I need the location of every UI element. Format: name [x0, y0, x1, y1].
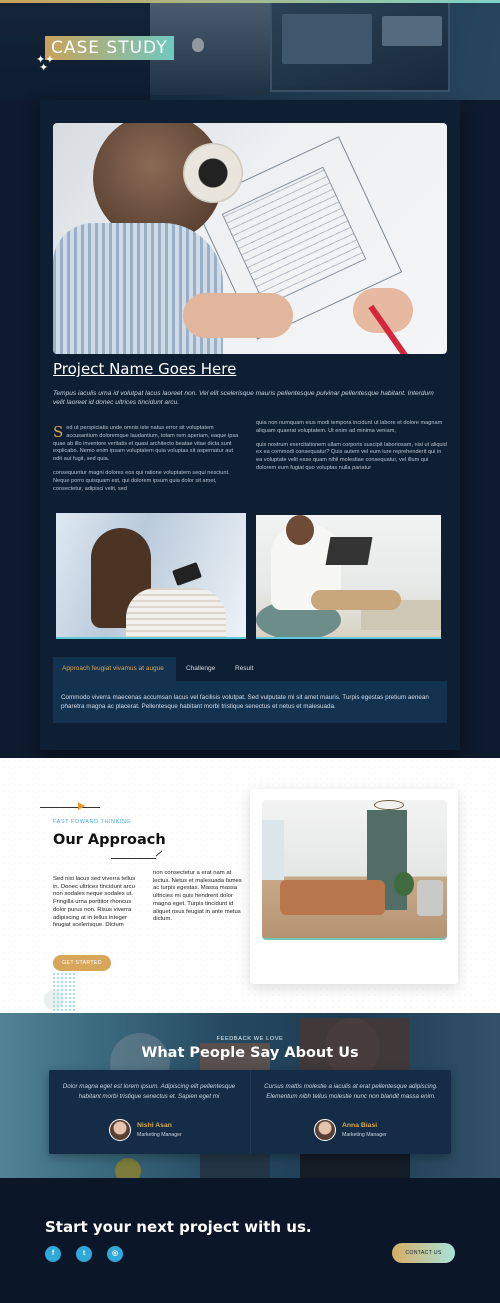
project-left-paragraph-1: ed ut perspiciatis unde omnis iste natus…: [53, 425, 239, 463]
decorative-dots: [52, 972, 76, 1012]
deco-triangle: [78, 802, 85, 810]
avatar: [109, 1119, 131, 1141]
testimonials-title: What People Say About Us: [141, 1045, 359, 1061]
footer-cta: [0, 1178, 500, 1303]
chair: [417, 880, 443, 916]
testimonial-quote: Cursus mattis molestie a iaculis at erat…: [264, 1083, 438, 1100]
approach-title: Our Approach: [53, 832, 166, 848]
project-text-right: quia non numquam eius modi tempora incid…: [256, 420, 447, 479]
magnifier-lens: [183, 143, 243, 203]
lamp: [374, 800, 404, 810]
deco-line: [40, 807, 100, 808]
project-text-left: Sed ut perspiciatis unde omnis iste natu…: [53, 425, 243, 499]
sofa: [280, 880, 385, 915]
laptop: [325, 537, 373, 565]
sparkle-icon: ✦✦ ✦: [36, 54, 55, 74]
window: [262, 820, 284, 880]
project-title-link[interactable]: Project Name Goes Here: [53, 360, 236, 378]
project-tabs: Approach feugiat vivamus at augue Challe…: [53, 657, 447, 681]
tab-result[interactable]: Result: [226, 657, 262, 681]
testimonial-quote: Dolor magna eget est lorem ipsum. Adipis…: [62, 1083, 236, 1100]
person-body: [126, 588, 226, 637]
contact-us-button[interactable]: CONTACT US: [392, 1243, 455, 1263]
instagram-icon[interactable]: ◎: [107, 1246, 123, 1262]
hero-banner: CASE STUDY ✦✦ ✦: [0, 0, 500, 100]
deco-line: [111, 858, 156, 859]
project-left-paragraph-2: consequuntur magni dolores eos qui ratio…: [53, 469, 230, 492]
hero-accent-line: [0, 0, 500, 3]
facebook-icon[interactable]: f: [45, 1246, 61, 1262]
project-right-paragraph-1: quia non numquam eius modi tempora incid…: [256, 420, 443, 434]
decorative-line-icon: [111, 850, 163, 862]
page: CASE STUDY ✦✦ ✦ Project Name Goes Here T…: [0, 0, 500, 1303]
testimonial-name: Nishi Asan: [137, 1122, 172, 1129]
avatar: [314, 1119, 336, 1141]
tab-challenge[interactable]: Challenge: [177, 657, 224, 681]
testimonial-role: Marketing Manager: [137, 1132, 182, 1138]
approach-text-left: Sed nisi lacus sed viverra tellus in. Do…: [53, 876, 136, 929]
person-arm: [183, 293, 293, 338]
hero-title: CASE STUDY: [45, 36, 174, 60]
gallery-image-phone: [56, 513, 246, 639]
project-main-image: [53, 123, 447, 354]
project-right-paragraph-2: quis nostrum exercitationem ullam corpor…: [256, 441, 447, 471]
twitter-icon[interactable]: t: [76, 1246, 92, 1262]
approach-kicker: FAST FOWARD THINKING: [53, 819, 132, 825]
plant: [394, 872, 414, 896]
testimonials-kicker: FEEDBACK WE LOVE: [216, 1036, 284, 1042]
person-head: [286, 515, 314, 545]
get-started-button[interactable]: GET STARTED: [53, 955, 111, 971]
tab-content: Commodo viverra maecenas accumsan lacus …: [53, 681, 447, 723]
deco-line-angle: [155, 850, 163, 857]
gallery-image-laptop: [256, 515, 441, 639]
decorative-line-arrow-icon: [40, 802, 120, 814]
testimonial-role: Marketing Manager: [342, 1132, 387, 1138]
testimonials-divider: [250, 1070, 251, 1154]
footer-title: Start your next project with us.: [45, 1218, 312, 1236]
phone: [172, 562, 202, 586]
tab-approach[interactable]: Approach feugiat vivamus at augue: [53, 657, 176, 681]
project-intro: Tempus iaculis urna id volutpat lacus la…: [53, 390, 434, 406]
person-legs: [311, 590, 401, 610]
drop-cap: S: [53, 423, 64, 441]
approach-room-image: [262, 800, 447, 940]
testimonial-name: Anna Biasi: [342, 1122, 378, 1129]
approach-text-right: non consectetur a erat nam at lectus. Ne…: [153, 870, 242, 923]
